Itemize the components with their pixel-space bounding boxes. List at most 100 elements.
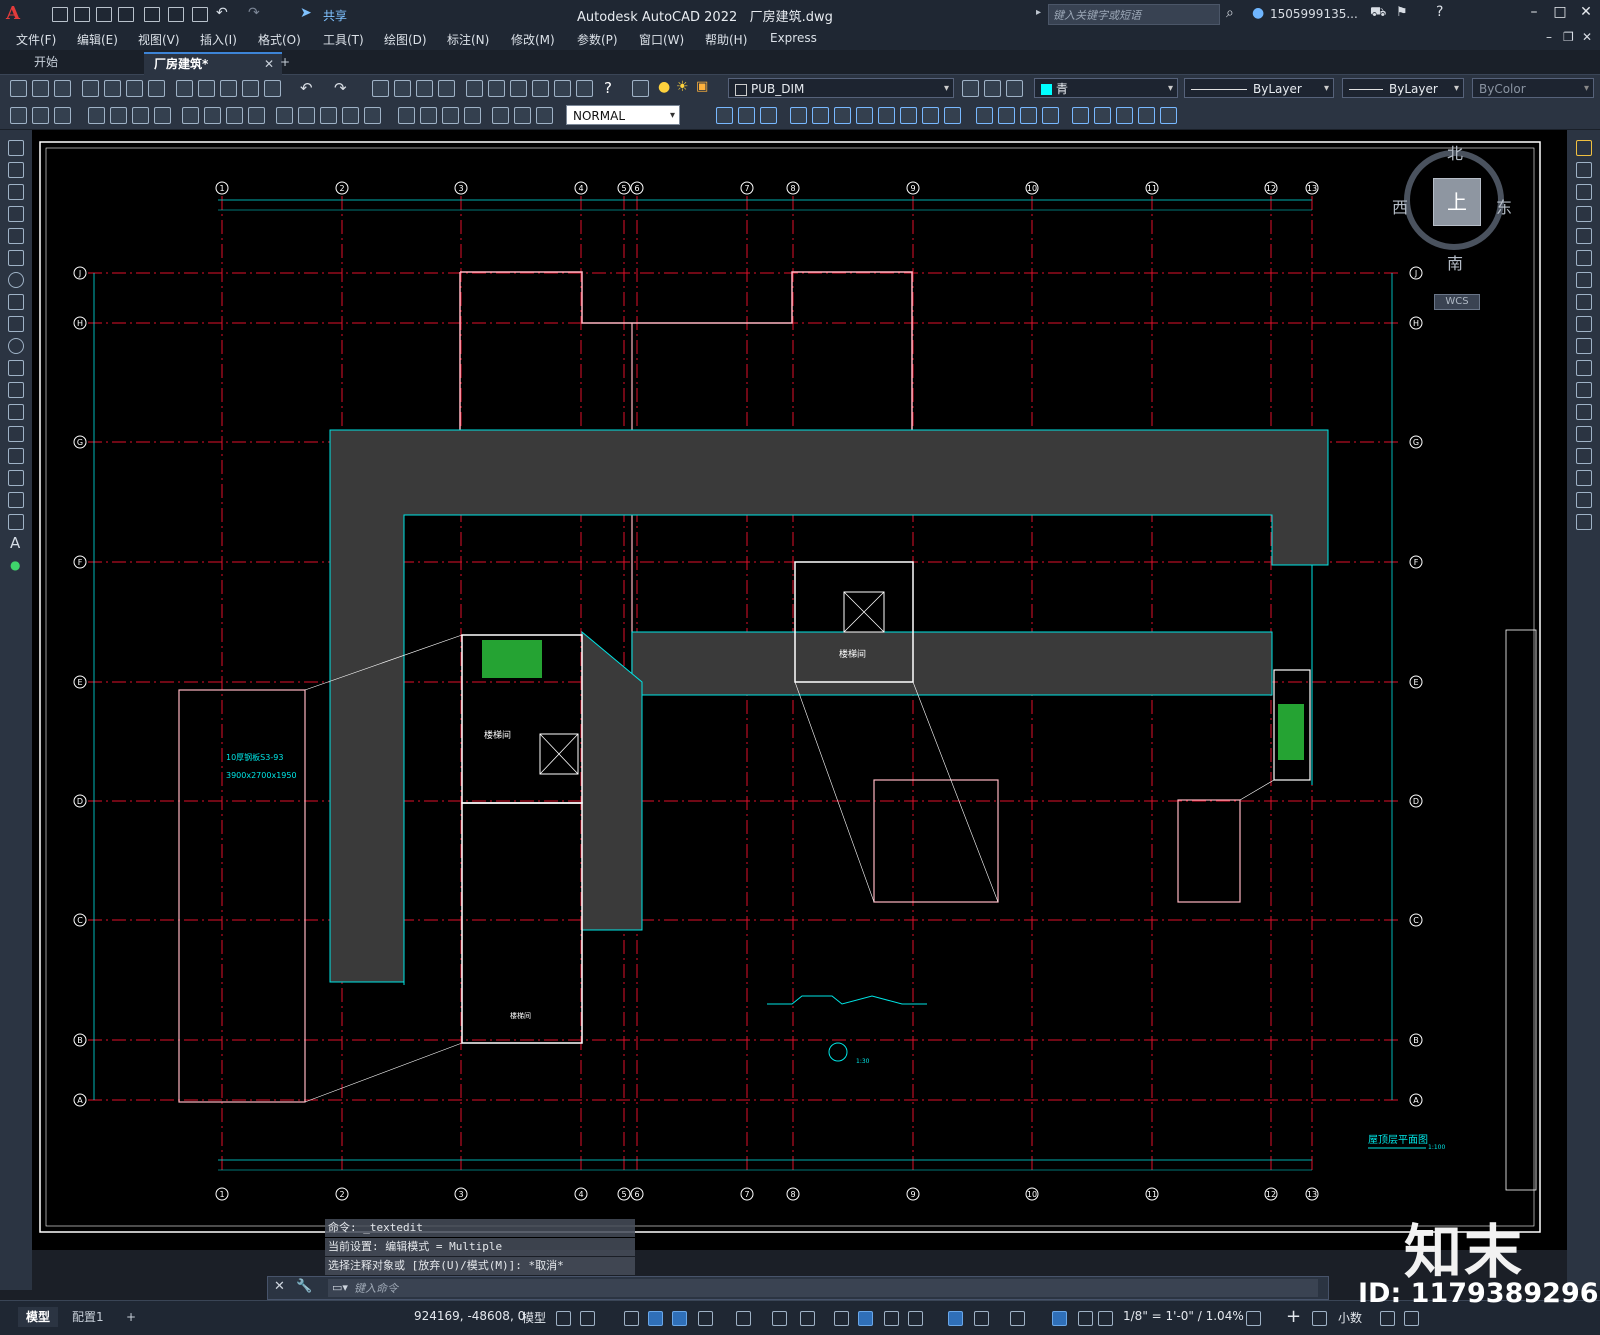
block-icon[interactable] <box>716 107 733 124</box>
linetype-dropdown[interactable]: ByLayer ▾ <box>1184 78 1334 98</box>
matchprop-icon[interactable] <box>242 80 259 97</box>
adjust-icon[interactable] <box>922 107 939 124</box>
save-as-icon[interactable] <box>118 7 134 22</box>
revcloud-icon[interactable] <box>998 107 1015 124</box>
tab-start[interactable]: 开始 <box>24 52 140 73</box>
undo-icon[interactable]: ↶ <box>216 5 228 21</box>
dimtedit-icon[interactable] <box>514 107 531 124</box>
block-editor-icon[interactable] <box>264 80 281 97</box>
rectangle-icon[interactable] <box>8 228 24 244</box>
pan-icon[interactable] <box>372 80 389 97</box>
tab-layout1[interactable]: 配置1 <box>64 1307 112 1327</box>
point-icon[interactable] <box>8 426 24 442</box>
insert-block-icon[interactable] <box>8 382 24 398</box>
xref-icon[interactable] <box>790 107 807 124</box>
autodesk-account-icon[interactable]: ⚑ <box>1396 5 1408 20</box>
menu-draw[interactable]: 绘图(D) <box>384 31 427 48</box>
selection-cycling-icon[interactable] <box>884 1311 899 1326</box>
osnap-tracking-icon[interactable] <box>772 1311 787 1326</box>
line-icon[interactable] <box>8 140 24 156</box>
menu-dimension[interactable]: 标注(N) <box>447 31 489 48</box>
qnew-icon[interactable] <box>10 80 27 97</box>
plot-icon[interactable] <box>82 80 99 97</box>
trim-icon[interactable] <box>1576 338 1592 354</box>
join-icon[interactable] <box>1576 426 1592 442</box>
wcs-menu[interactable]: WCS <box>1434 294 1480 310</box>
annotation-monitor-icon[interactable]: + <box>1286 1306 1301 1327</box>
model-space-toggle[interactable]: 模型 <box>522 1309 546 1326</box>
dim-break-icon[interactable] <box>364 107 381 124</box>
viewcube[interactable]: 上 北 南 东 西 WCS <box>1392 142 1514 310</box>
plotstyle-dropdown[interactable]: ByColor ▾ <box>1472 78 1594 98</box>
layer-state-icon[interactable] <box>1006 80 1023 97</box>
dim-edit-icon[interactable] <box>32 107 49 124</box>
arc-length-icon[interactable] <box>132 107 149 124</box>
lock-icon[interactable]: ▣ <box>696 79 708 94</box>
zoom-previous-icon[interactable] <box>438 80 455 97</box>
drawing-canvas[interactable]: 1 1 2 2 3 3 4 4 5 5 6 6 7 7 8 8 9 9 10 10 11 11 12 12 13 13 J J H H G G… <box>32 130 1567 1250</box>
annotation-scale-dropdown[interactable]: 1/8" = 1'-0" / 1.04% <box>1123 1309 1244 1323</box>
aligned-dim-icon[interactable] <box>110 107 127 124</box>
array-icon[interactable] <box>1576 228 1592 244</box>
menu-modify[interactable]: 修改(M) <box>511 31 555 48</box>
menu-format[interactable]: 格式(O) <box>258 31 301 48</box>
menu-insert[interactable]: 插入(I) <box>200 31 237 48</box>
menu-edit[interactable]: 编辑(E) <box>77 31 118 48</box>
field-icon[interactable] <box>1138 107 1155 124</box>
fillet-icon[interactable] <box>1576 470 1592 486</box>
compass-east[interactable]: 东 <box>1496 194 1512 218</box>
tool-palettes-icon[interactable] <box>510 80 527 97</box>
move-icon[interactable] <box>1576 250 1592 266</box>
annotation-visibility-icon[interactable] <box>1052 1311 1067 1326</box>
break-icon[interactable] <box>1576 404 1592 420</box>
break-at-point-icon[interactable] <box>1576 382 1592 398</box>
paste-icon[interactable] <box>220 80 237 97</box>
menu-view[interactable]: 视图(V) <box>138 31 180 48</box>
dynamic-input-icon[interactable] <box>648 1311 663 1326</box>
publish-icon[interactable] <box>126 80 143 97</box>
selection-filter-icon[interactable] <box>974 1311 989 1326</box>
dim-space-icon[interactable] <box>342 107 359 124</box>
design-center-icon[interactable] <box>488 80 505 97</box>
tab-drawing[interactable]: 厂房建筑* ✕ <box>144 52 282 75</box>
erase-icon[interactable] <box>1576 140 1592 156</box>
layer-properties-icon[interactable] <box>632 80 649 97</box>
tab-model[interactable]: 模型 <box>18 1307 59 1327</box>
polyline-icon[interactable] <box>8 184 24 200</box>
recent-commands-icon[interactable]: ▭▾ <box>332 1281 348 1294</box>
customize-icon[interactable]: 🔧 <box>296 1279 312 1294</box>
redo-icon[interactable]: ↷ <box>334 79 347 97</box>
explode-icon[interactable] <box>1576 514 1592 530</box>
menu-file[interactable]: 文件(F) <box>16 31 56 48</box>
construction-line-icon[interactable] <box>8 162 24 178</box>
hatch-icon[interactable] <box>8 448 24 464</box>
rotate-icon[interactable] <box>1576 272 1592 288</box>
coordinates-readout[interactable]: 924169, -48608, 0 <box>414 1309 525 1323</box>
help-icon[interactable]: ? <box>1436 4 1443 20</box>
make-block-icon[interactable] <box>8 404 24 420</box>
workspace-gear-icon[interactable] <box>1246 1311 1261 1326</box>
region-icon[interactable] <box>1072 107 1089 124</box>
ellipse-icon[interactable] <box>8 338 24 354</box>
share-button[interactable]: 共享 <box>323 7 347 24</box>
search-input[interactable]: 键入关键字或短语 <box>1048 4 1220 25</box>
infer-constraints-icon[interactable] <box>624 1311 639 1326</box>
blend-curves-icon[interactable] <box>1576 492 1592 508</box>
dimstyle-dropdown[interactable]: NORMAL ▾ <box>566 105 680 125</box>
refedit-icon[interactable] <box>856 107 873 124</box>
wipeout-icon[interactable] <box>976 107 993 124</box>
add-selected-icon[interactable]: ● <box>10 558 20 572</box>
mtext-icon[interactable]: A <box>10 534 20 552</box>
stretch-icon[interactable] <box>1576 316 1592 332</box>
baseline-dim-icon[interactable] <box>298 107 315 124</box>
scale-icon[interactable] <box>1576 294 1592 310</box>
redo-icon[interactable]: ↷ <box>248 5 260 21</box>
quickcalc-icon[interactable] <box>576 80 593 97</box>
quick-dim-icon[interactable] <box>276 107 293 124</box>
menu-parametric[interactable]: 参数(P) <box>577 31 618 48</box>
menu-tools[interactable]: 工具(T) <box>323 31 364 48</box>
grid-icon[interactable] <box>556 1311 571 1326</box>
quick-properties-icon[interactable] <box>1380 1311 1395 1326</box>
3d-osnap-icon[interactable] <box>908 1311 923 1326</box>
minimize-button[interactable]: – <box>1524 4 1544 22</box>
